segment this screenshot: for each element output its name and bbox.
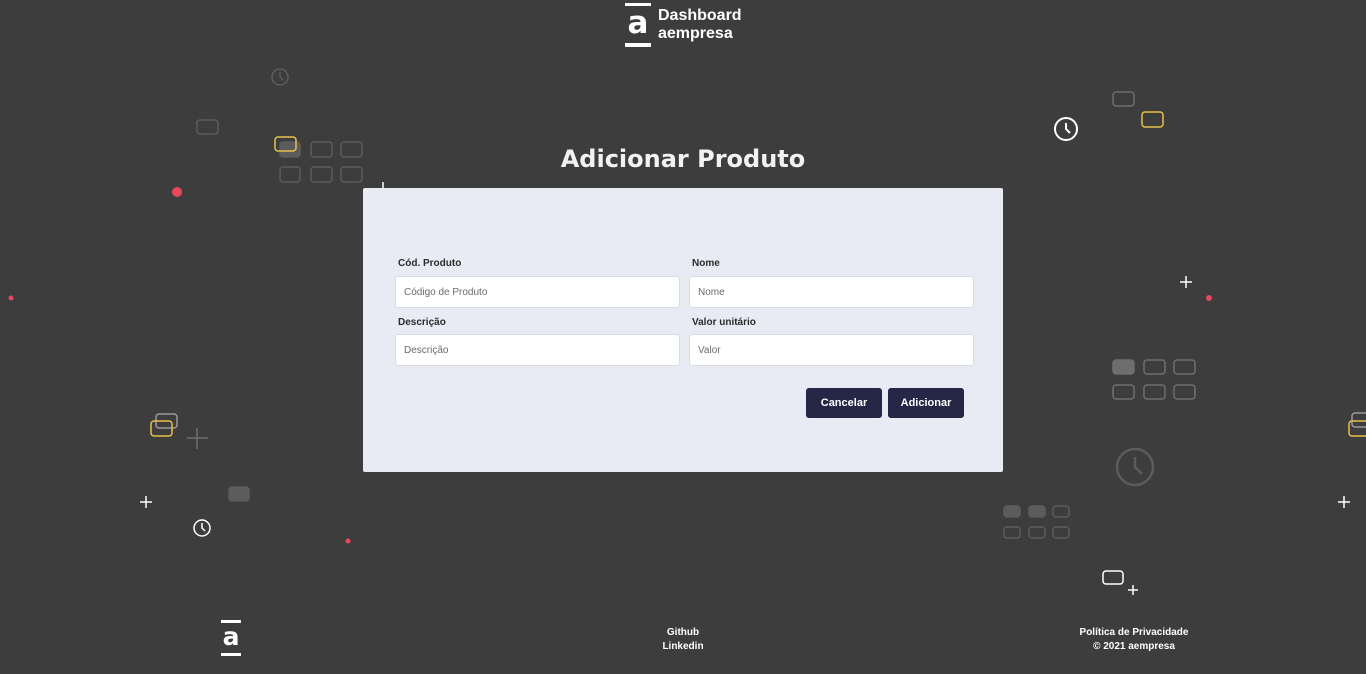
linkedin-link[interactable]: Linkedin xyxy=(633,640,733,654)
page-title: Adicionar Produto xyxy=(560,145,806,173)
logo-icon: a xyxy=(625,3,651,47)
description-label: Descrição xyxy=(398,317,446,328)
name-label: Nome xyxy=(692,258,720,269)
github-link[interactable]: Github xyxy=(633,626,733,640)
name-input[interactable] xyxy=(689,276,974,308)
plus-icon xyxy=(1338,496,1350,508)
code-label: Cód. Produto xyxy=(398,258,462,269)
footer-legal: Política de Privacidade © 2021 aempresa xyxy=(1064,626,1204,654)
footer-logo-link[interactable]: a xyxy=(221,620,241,656)
dot xyxy=(345,538,351,544)
dot xyxy=(172,187,182,197)
add-button[interactable]: Adicionar xyxy=(888,388,964,418)
plus-icon xyxy=(1128,585,1138,595)
clock-icon xyxy=(1054,117,1078,141)
clock-icon xyxy=(193,519,211,537)
plus-icon xyxy=(1180,276,1192,288)
brand-name: Dashboard aempresa xyxy=(658,7,742,43)
privacy-policy-link[interactable]: Política de Privacidade xyxy=(1064,626,1204,640)
description-input[interactable] xyxy=(395,334,680,366)
brand-line-2: aempresa xyxy=(658,25,733,42)
dot xyxy=(8,295,14,301)
price-label: Valor unitário xyxy=(692,317,756,328)
clock-icon xyxy=(271,68,289,86)
dot xyxy=(1206,295,1212,301)
clock-icon xyxy=(1115,447,1155,487)
code-input[interactable] xyxy=(395,276,680,308)
brand-line-1: Dashboard xyxy=(658,7,742,24)
footer-social-links: Github Linkedin xyxy=(633,626,733,654)
footer-logo-icon: a xyxy=(221,620,241,656)
plus-icon xyxy=(140,496,152,508)
header-logo-link[interactable]: a Dashboard aempresa xyxy=(625,3,742,47)
plus-icon xyxy=(187,428,208,449)
page: a Dashboard aempresa Adicionar Produto C… xyxy=(0,0,1366,674)
card-outline-icon xyxy=(196,119,219,135)
copyright-text: © 2021 aempresa xyxy=(1093,641,1175,652)
add-product-form: Cód. Produto Nome Descrição Valor unitár… xyxy=(363,188,1003,472)
cancel-button[interactable]: Cancelar xyxy=(806,388,882,418)
price-input[interactable] xyxy=(689,334,974,366)
